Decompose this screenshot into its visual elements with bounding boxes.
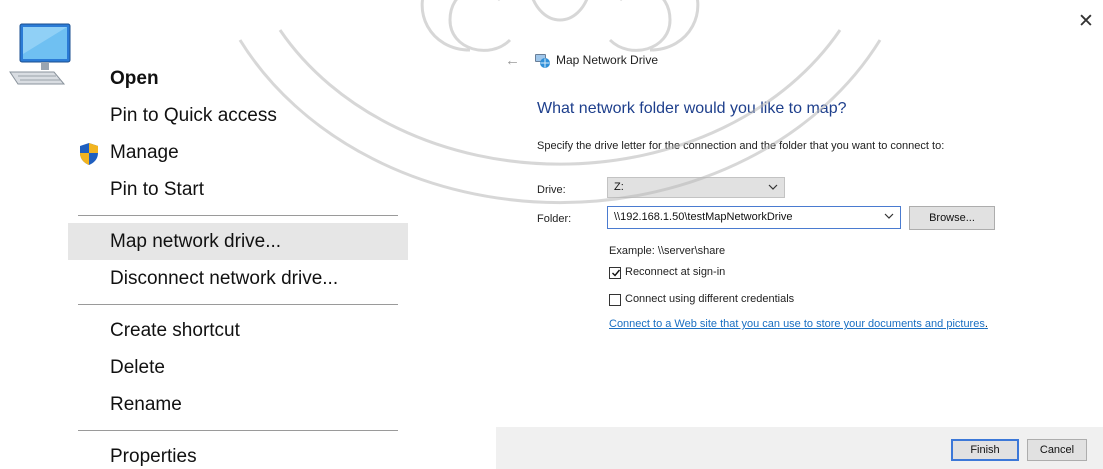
drive-label: Drive: (537, 184, 566, 196)
menu-item-label: Properties (110, 446, 197, 467)
menu-item-properties[interactable]: Properties (68, 438, 408, 469)
web-site-link[interactable]: Connect to a Web site that you can use t… (609, 318, 988, 330)
chevron-down-icon (768, 184, 778, 190)
browse-button[interactable]: Browse... (909, 206, 995, 230)
map-network-drive-dialog: ✕ ← Map Network Drive What network folde… (496, 0, 1103, 469)
menu-separator (78, 215, 398, 216)
folder-label: Folder: (537, 213, 572, 225)
cancel-button[interactable]: Cancel (1027, 439, 1087, 461)
checkbox-box[interactable] (609, 294, 621, 306)
menu-item-create-shortcut[interactable]: Create shortcut (68, 312, 408, 349)
finish-button[interactable]: Finish (951, 439, 1019, 461)
dialog-heading: What network folder would you like to ma… (537, 100, 847, 117)
menu-item-label: Create shortcut (110, 320, 240, 341)
network-drive-icon (535, 54, 550, 68)
folder-input[interactable]: \\192.168.1.50\testMapNetworkDrive (607, 206, 901, 229)
uac-shield-icon (80, 143, 98, 165)
menu-item-label: Pin to Start (110, 179, 204, 200)
drive-value: Z: (614, 181, 624, 193)
menu-separator (78, 430, 398, 431)
menu-item-disconnect-network-drive[interactable]: Disconnect network drive... (68, 260, 408, 297)
menu-item-label: Manage (110, 142, 179, 163)
menu-item-map-network-drive[interactable]: Map network drive... (68, 223, 408, 260)
context-menu-region: Open Pin to Quick access Manage Pin to S… (0, 0, 500, 469)
web-site-link-text[interactable]: Connect to a Web site that you can use t… (609, 318, 985, 330)
close-icon[interactable]: ✕ (1075, 10, 1097, 33)
example-text: Example: \\server\share (609, 245, 726, 257)
menu-item-label: Disconnect network drive... (110, 268, 339, 289)
dialog-description: Specify the drive letter for the connect… (537, 140, 945, 152)
menu-item-label: Delete (110, 357, 165, 378)
menu-item-delete[interactable]: Delete (68, 349, 408, 386)
menu-separator (78, 304, 398, 305)
different-credentials-label: Connect using different credentials (625, 293, 795, 305)
menu-item-label: Map network drive... (110, 231, 282, 252)
menu-item-manage[interactable]: Manage (68, 134, 408, 171)
checkmark-icon (612, 269, 621, 277)
menu-item-pin-quick-access[interactable]: Pin to Quick access (68, 97, 408, 134)
menu-item-rename[interactable]: Rename (68, 386, 408, 423)
web-site-link-suffix: . (984, 318, 988, 330)
menu-item-label: Rename (110, 394, 182, 415)
computer-icon[interactable] (6, 18, 74, 90)
context-menu: Open Pin to Quick access Manage Pin to S… (68, 60, 408, 469)
menu-item-label: Open (110, 68, 159, 89)
reconnect-label: Reconnect at sign-in (625, 266, 726, 278)
folder-value: \\192.168.1.50\testMapNetworkDrive (614, 211, 793, 223)
menu-item-open[interactable]: Open (68, 60, 408, 97)
checkbox-box[interactable] (609, 267, 621, 279)
drive-select[interactable]: Z: (607, 177, 785, 198)
chevron-down-icon[interactable] (884, 211, 894, 221)
menu-item-pin-start[interactable]: Pin to Start (68, 171, 408, 208)
menu-item-label: Pin to Quick access (110, 105, 277, 126)
dialog-footer: Finish Cancel (496, 427, 1103, 469)
dialog-title: Map Network Drive (556, 53, 659, 67)
back-arrow-icon[interactable]: ← (505, 52, 520, 69)
